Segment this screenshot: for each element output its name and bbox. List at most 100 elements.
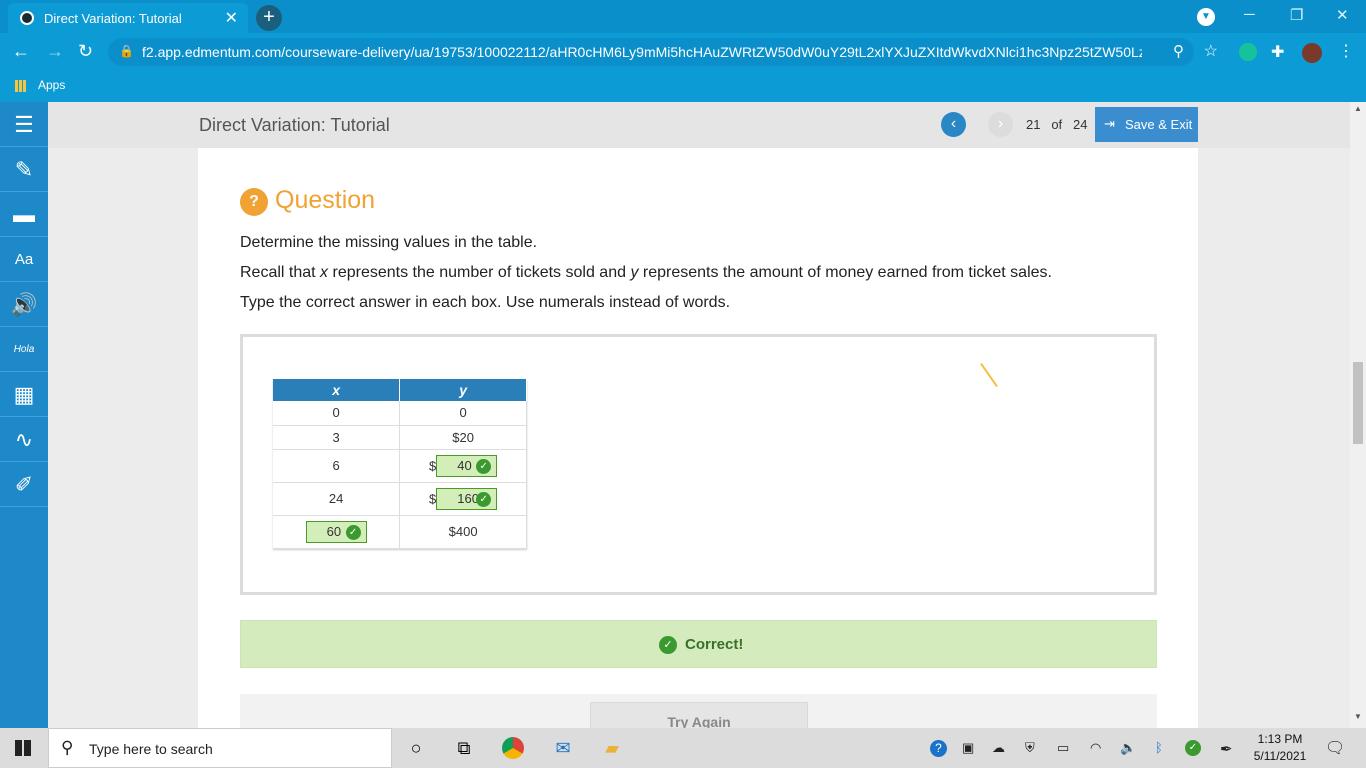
bookmark-star-icon[interactable]: ☆	[1204, 41, 1218, 61]
taskbar-search[interactable]: ⚲ Type here to search	[48, 728, 392, 768]
notifications-icon[interactable]: 🗨	[1325, 738, 1345, 758]
line2-part-a: Recall that	[240, 264, 321, 281]
col-x-header: x	[273, 379, 401, 401]
volume-icon[interactable]: 🔈	[1120, 740, 1136, 756]
forward-arrow-icon[interactable]: →	[46, 41, 64, 62]
actions-area: Try Again	[240, 694, 1157, 728]
instruction-line-3: Type the correct answer in each box. Use…	[240, 294, 731, 311]
answer-input-y-row3[interactable]: 40 ✓	[436, 454, 498, 477]
file-explorer-icon[interactable]: ▰	[600, 736, 624, 760]
page-scrollbar[interactable]: ▲ ▼	[1350, 102, 1366, 728]
apps-grid-icon[interactable]	[15, 80, 27, 92]
lesson-content: Direct Variation: Tutorial ‹ › 21 of 24 …	[48, 102, 1350, 728]
scroll-up-arrow-icon[interactable]: ▲	[1354, 104, 1362, 113]
tab-strip: Direct Variation: Tutorial ✕ + ▼ ─ ❐ ✕	[0, 0, 1366, 33]
nav-row: ← → ↻ 🔒 f2.app.edmentum.com/courseware-d…	[0, 33, 1366, 71]
graph-icon[interactable]: ∿	[0, 417, 48, 462]
question-title: Question	[275, 186, 376, 214]
update-check-icon[interactable]: ✓	[1185, 740, 1201, 756]
cell-x: 3	[273, 425, 401, 450]
menu-kebab-icon[interactable]: ⋮	[1338, 41, 1356, 60]
scroll-down-arrow-icon[interactable]: ▼	[1354, 712, 1362, 721]
taskbar-clock[interactable]: 1:13 PM 5/11/2021	[1250, 731, 1310, 765]
cell-y: $160 ✓	[399, 482, 527, 516]
cell-x: 6	[273, 449, 401, 483]
help-icon[interactable]: ?	[930, 740, 947, 757]
next-page-button[interactable]: ›	[988, 112, 1013, 137]
check-icon: ✓	[476, 458, 492, 474]
edmentum-favicon-icon	[20, 11, 34, 25]
var-x: x	[320, 264, 329, 281]
table-row: 6 $40 ✓	[273, 449, 527, 483]
tab-search-icon[interactable]: ▼	[1197, 8, 1215, 26]
line2-part-c: represents the amount of money earned fr…	[638, 264, 1052, 281]
save-exit-label: Save & Exit	[1125, 117, 1193, 132]
browser-tab[interactable]: Direct Variation: Tutorial ✕	[8, 3, 248, 33]
windows-start-icon[interactable]	[15, 740, 31, 756]
chrome-taskbar-icon[interactable]	[502, 737, 524, 759]
task-view-icon[interactable]: ⧉	[452, 736, 476, 760]
table-row: 0 0	[273, 401, 527, 426]
window-close-icon[interactable]: ✕	[1336, 6, 1349, 24]
previous-page-button[interactable]: ‹	[941, 112, 966, 137]
meet-now-icon[interactable]: ▣	[962, 740, 974, 756]
question-mark-icon: ?	[240, 188, 268, 216]
answer-value: 60	[326, 523, 342, 539]
pen-workspace-icon[interactable]: ✒	[1220, 740, 1233, 758]
table-of-contents-icon[interactable]: ☰	[0, 102, 48, 147]
close-tab-icon[interactable]: ✕	[225, 8, 238, 28]
battery-icon[interactable]: ▭	[1057, 740, 1069, 756]
cell-y: $400	[399, 515, 527, 549]
scroll-thumb[interactable]	[1353, 362, 1363, 444]
text-to-speech-icon[interactable]: 🔊	[0, 282, 48, 327]
cell-y: 0	[399, 401, 527, 426]
lesson-title: Direct Variation: Tutorial	[199, 115, 390, 135]
answer-input-x-row5[interactable]: 60 ✓	[305, 520, 367, 543]
new-tab-button[interactable]: +	[256, 5, 282, 31]
answer-input-y-row4[interactable]: 160 ✓	[436, 487, 498, 510]
url-text[interactable]: f2.app.edmentum.com/courseware-delivery/…	[142, 44, 1142, 60]
notes-edit-icon[interactable]: ✎	[0, 147, 48, 192]
cell-x: 0	[273, 401, 401, 426]
dollar-prefix: $	[429, 491, 437, 506]
zoom-icon[interactable]: ⚲	[1173, 42, 1184, 60]
extensions-puzzle-icon[interactable]: ✚	[1271, 42, 1289, 61]
correct-text: Correct!	[685, 636, 744, 653]
search-icon: ⚲	[61, 738, 74, 757]
wifi-icon[interactable]: ◠	[1090, 740, 1101, 756]
bookmarks-bar: Apps	[0, 71, 1366, 102]
minimize-icon[interactable]: ─	[1244, 6, 1255, 23]
tab-title: Direct Variation: Tutorial	[44, 11, 182, 26]
onedrive-cloud-icon[interactable]: ☁	[992, 740, 1005, 756]
calculator-icon[interactable]: ▦	[0, 372, 48, 417]
grammarly-icon[interactable]	[1239, 43, 1257, 61]
security-shield-icon[interactable]: ⛨	[1025, 740, 1035, 756]
address-bar[interactable]: 🔒 f2.app.edmentum.com/courseware-deliver…	[108, 38, 1218, 66]
dictionary-icon[interactable]: Aa	[0, 237, 48, 282]
bookmark-apps[interactable]: Apps	[38, 78, 65, 92]
clock-date: 5/11/2021	[1253, 749, 1307, 763]
bluetooth-icon[interactable]: ᛒ	[1155, 740, 1163, 755]
translation-hola-icon[interactable]: Hola	[0, 327, 48, 372]
exit-door-icon: ⇥	[1104, 116, 1115, 131]
highlighter-icon[interactable]: ✐	[0, 462, 48, 507]
table-header-row: x y	[273, 379, 527, 401]
col-y-header: y	[399, 379, 527, 401]
search-placeholder: Type here to search	[89, 741, 213, 757]
restore-icon[interactable]: ❐	[1290, 6, 1303, 24]
reload-icon[interactable]: ↻	[78, 41, 93, 62]
save-exit-button[interactable]: ⇥ Save & Exit	[1095, 107, 1198, 142]
table-row: 24 $160 ✓	[273, 482, 527, 516]
cortana-circle-icon[interactable]: ○	[404, 736, 428, 760]
profile-avatar[interactable]	[1302, 43, 1322, 63]
mail-icon[interactable]: ✉	[551, 736, 575, 760]
clock-time: 1:13 PM	[1257, 732, 1303, 746]
back-arrow-icon[interactable]: ←	[12, 41, 30, 62]
check-circle-icon: ✓	[659, 636, 677, 654]
try-again-button[interactable]: Try Again	[590, 702, 808, 728]
cursor-mark	[980, 362, 998, 388]
values-table: x y 0 0 3 $20 6 $40 ✓ 24 $160 ✓ 60 ✓ $40…	[273, 379, 527, 549]
table-row: 3 $20	[273, 425, 527, 450]
folder-icon[interactable]: ▬	[0, 192, 48, 237]
check-icon: ✓	[476, 491, 492, 507]
